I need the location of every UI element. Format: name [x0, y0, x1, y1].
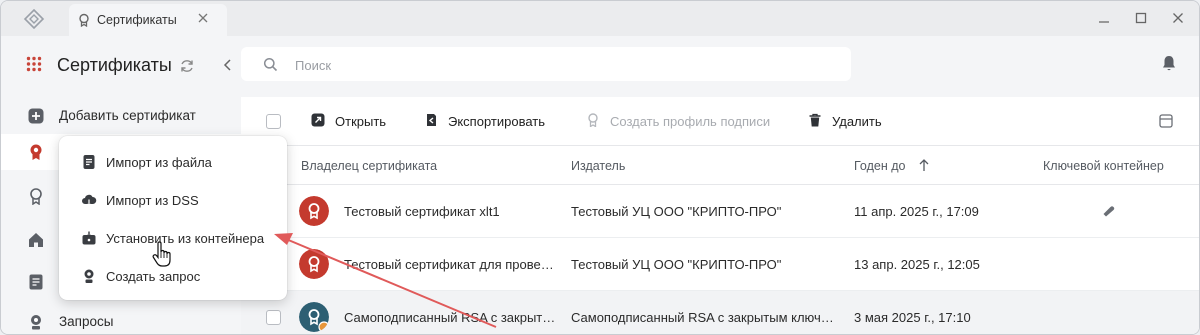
chevron-left-icon[interactable]: [221, 58, 235, 72]
sidebar-title: Сертификаты: [57, 55, 172, 75]
valid-to-cell: 3 мая 2025 г., 17:10: [854, 310, 971, 325]
owner-cell: Тестовый сертификат xlt1: [344, 204, 500, 219]
column-key-container[interactable]: Ключевой контейнер: [1043, 159, 1164, 173]
open-button[interactable]: Открыть: [311, 111, 401, 131]
create-profile-label: Создать профиль подписи: [610, 114, 771, 129]
sort-ascending-icon[interactable]: [918, 158, 930, 172]
container-icon: [82, 231, 96, 245]
refresh-icon[interactable]: [179, 58, 195, 74]
app-logo-icon: [23, 9, 45, 29]
menu-item-label: Создать запрос: [106, 269, 201, 284]
certificate-icon: [30, 144, 42, 160]
certificate-icon: [299, 196, 329, 226]
menu-item-label: Установить из контейнера: [106, 231, 265, 246]
tab-certificates[interactable]: Сертификаты: [69, 4, 227, 36]
key-container-icon: [1103, 206, 1115, 217]
app-window: Сертификаты Сертификаты Добавить сертифи…: [0, 0, 1200, 335]
certificate-panel: Открыть Экспортировать Создать профиль п…: [241, 97, 1199, 334]
export-label: Экспортировать: [448, 114, 545, 129]
row-checkbox[interactable]: [266, 310, 281, 325]
add-certificate-menu: Импорт из файла Импорт из DSS Установить…: [59, 136, 287, 300]
minimize-icon[interactable]: [1095, 9, 1113, 27]
maximize-icon[interactable]: [1132, 9, 1150, 27]
export-icon: [427, 114, 436, 126]
issuer-cell: Самоподписанный RSA с закрытым ключ…: [571, 310, 833, 325]
table-header: Владелец сертификата Издатель Годен до К…: [241, 146, 1199, 185]
menu-item-label: Импорт из DSS: [106, 193, 199, 208]
table-row[interactable]: Тестовый сертификат для прове… Тестовый …: [241, 238, 1199, 291]
create-profile-button[interactable]: Создать профиль подписи: [586, 111, 781, 131]
search-icon: [263, 57, 278, 72]
plus-icon: [28, 108, 44, 124]
sidebar-item-label: Запросы: [59, 314, 114, 329]
certificate-tab-icon: [79, 13, 89, 27]
open-icon: [311, 113, 325, 127]
issuer-cell: Тестовый УЦ ООО "КРИПТО-ПРО": [571, 257, 782, 272]
column-valid-to[interactable]: Годен до: [854, 159, 905, 173]
valid-to-cell: 13 апр. 2025 г., 12:05: [854, 257, 980, 272]
table-row[interactable]: Самоподписанный RSA с закрыт… Самоподпис…: [241, 291, 1199, 334]
search-box: [241, 47, 851, 81]
file-icon: [83, 155, 95, 169]
bell-icon[interactable]: [1160, 54, 1178, 72]
menu-item-import-dss[interactable]: Импорт из DSS: [59, 182, 287, 218]
title-bar: Сертификаты: [1, 1, 1199, 36]
menu-item-import-file[interactable]: Импорт из файла: [59, 144, 287, 180]
menu-item-label: Импорт из файла: [106, 155, 212, 170]
sidebar-item-requests[interactable]: Запросы: [1, 304, 241, 334]
export-button[interactable]: Экспортировать: [424, 111, 564, 131]
column-owner[interactable]: Владелец сертификата: [301, 159, 437, 173]
select-all-checkbox[interactable]: [266, 114, 281, 129]
close-icon[interactable]: [195, 10, 211, 26]
award-icon: [588, 113, 598, 127]
issuer-cell: Тестовый УЦ ООО "КРИПТО-ПРО": [571, 204, 782, 219]
open-label: Открыть: [335, 114, 387, 129]
home-icon: [29, 233, 43, 247]
request-icon: [84, 269, 94, 283]
table-row[interactable]: Тестовый сертификат xlt1 Тестовый УЦ ООО…: [241, 185, 1199, 238]
layout-icon[interactable]: [1159, 114, 1173, 128]
certificate-icon: [299, 302, 329, 332]
search-input[interactable]: [293, 54, 817, 76]
apps-grid-icon[interactable]: [26, 56, 42, 72]
certificate-icon: [299, 249, 329, 279]
tab-label: Сертификаты: [97, 13, 177, 27]
valid-to-cell: 11 апр. 2025 г., 17:09: [854, 204, 979, 219]
owner-cell: Самоподписанный RSA с закрыт…: [344, 310, 554, 325]
document-icon: [29, 274, 43, 290]
cloud-icon: [82, 194, 97, 207]
toolbar: Открыть Экспортировать Создать профиль п…: [241, 97, 1199, 146]
sidebar-item-add-certificate[interactable]: Добавить сертификат: [1, 98, 241, 134]
delete-button[interactable]: Удалить: [808, 111, 893, 131]
hand-cursor-icon: [152, 241, 171, 267]
sidebar-item-label: Добавить сертификат: [59, 108, 196, 123]
owner-cell: Тестовый сертификат для прове…: [344, 257, 554, 272]
column-issuer[interactable]: Издатель: [571, 159, 625, 173]
close-window-icon[interactable]: [1169, 9, 1187, 27]
request-icon: [31, 315, 41, 330]
delete-label: Удалить: [832, 114, 882, 129]
trash-icon: [809, 113, 821, 127]
award-icon: [30, 188, 42, 205]
